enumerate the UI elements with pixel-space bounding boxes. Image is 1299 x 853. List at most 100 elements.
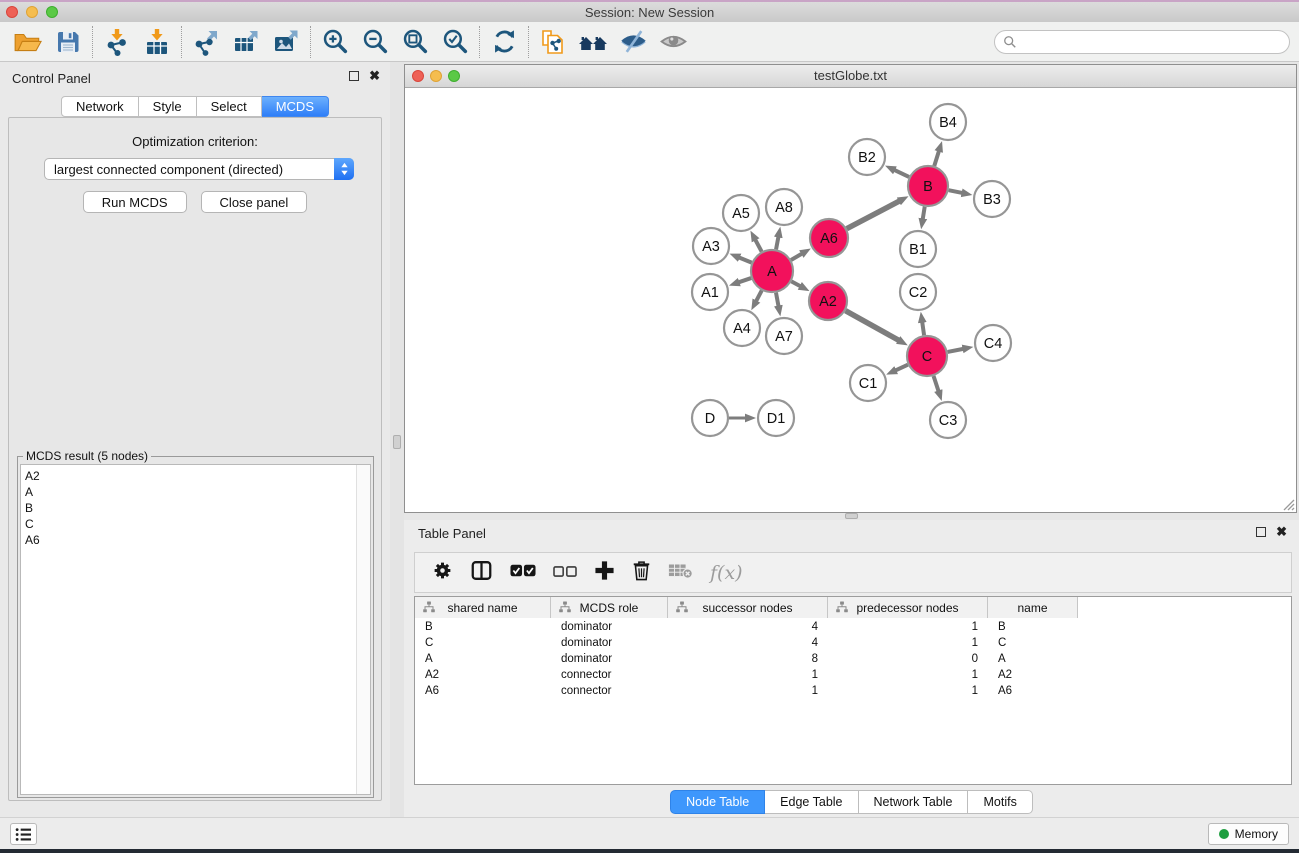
hide-selection-icon[interactable]: [613, 24, 653, 60]
network-node-C[interactable]: C: [907, 336, 947, 376]
optimization-criterion-select[interactable]: largest connected component (directed): [44, 158, 354, 180]
network-node-B2[interactable]: B2: [849, 139, 885, 175]
column-header-name[interactable]: name: [988, 597, 1078, 618]
table-cell[interactable]: dominator: [551, 635, 668, 651]
network-edge-C-C3[interactable]: [934, 376, 939, 392]
network-edge-A-A1[interactable]: [737, 278, 751, 283]
zoom-window-button[interactable]: [46, 6, 58, 18]
network-node-A3[interactable]: A3: [693, 228, 729, 264]
table-cell[interactable]: A: [415, 651, 551, 667]
table-row[interactable]: Cdominator41C: [415, 635, 1078, 651]
table-cell[interactable]: A2: [988, 667, 1078, 683]
network-edge-C-C2[interactable]: [922, 321, 924, 335]
network-edge-A-A3[interactable]: [738, 257, 752, 263]
delete-column-icon[interactable]: [632, 560, 651, 586]
network-node-B[interactable]: B: [908, 166, 948, 206]
tab-select[interactable]: Select: [197, 96, 262, 117]
refresh-icon[interactable]: [484, 24, 524, 60]
function-builder-icon[interactable]: f(x): [710, 562, 743, 584]
table-cell[interactable]: B: [988, 619, 1078, 635]
table-cell[interactable]: 1: [668, 667, 828, 683]
table-cell[interactable]: 0: [828, 651, 988, 667]
export-image-icon[interactable]: [266, 24, 306, 60]
float-panel-icon[interactable]: [349, 71, 359, 81]
network-node-A4[interactable]: A4: [724, 310, 760, 346]
network-edge-B-B4[interactable]: [934, 150, 939, 166]
network-from-selection-icon[interactable]: [533, 24, 573, 60]
tab-style[interactable]: Style: [139, 96, 197, 117]
zoom-selected-icon[interactable]: [435, 24, 475, 60]
table-cell[interactable]: 8: [668, 651, 828, 667]
network-node-A2[interactable]: A2: [809, 282, 847, 320]
column-header-predecessor-nodes[interactable]: predecessor nodes: [828, 597, 988, 618]
network-graph[interactable]: AA6A2BCA5A8A3A1A4A7B2B4B3B1C2C4C1C3DD1: [405, 88, 1296, 512]
network-edge-A-A4[interactable]: [756, 290, 762, 302]
network-edge-B-B1[interactable]: [923, 207, 925, 221]
network-window-titlebar[interactable]: testGlobe.txt: [405, 65, 1296, 88]
close-panel-button[interactable]: Close panel: [201, 191, 308, 213]
table-cell[interactable]: 1: [668, 683, 828, 699]
zoom-in-icon[interactable]: [315, 24, 355, 60]
memory-button[interactable]: Memory: [1208, 823, 1289, 845]
tab-motifs[interactable]: Motifs: [968, 790, 1032, 814]
list-scrollbar[interactable]: [356, 465, 370, 794]
panel-splitter-vertical[interactable]: [390, 62, 404, 817]
network-node-A5[interactable]: A5: [723, 195, 759, 231]
first-neighbors-icon[interactable]: [573, 24, 613, 60]
import-network-icon[interactable]: [97, 24, 137, 60]
network-node-A1[interactable]: A1: [692, 274, 728, 310]
search-field[interactable]: [994, 30, 1290, 54]
network-edge-B-B2[interactable]: [893, 169, 909, 177]
minimize-window-button[interactable]: [26, 6, 38, 18]
network-node-A7[interactable]: A7: [766, 318, 802, 354]
network-node-B4[interactable]: B4: [930, 104, 966, 140]
network-node-C4[interactable]: C4: [975, 325, 1011, 361]
network-node-C2[interactable]: C2: [900, 274, 936, 310]
tab-mcds[interactable]: MCDS: [262, 96, 329, 117]
run-mcds-button[interactable]: Run MCDS: [83, 191, 187, 213]
table-row[interactable]: A6connector11A6: [415, 683, 1078, 699]
table-cell[interactable]: dominator: [551, 619, 668, 635]
table-cell[interactable]: 4: [668, 635, 828, 651]
network-node-B1[interactable]: B1: [900, 231, 936, 267]
network-edge-A-A2[interactable]: [791, 281, 801, 286]
zoom-fit-icon[interactable]: [395, 24, 435, 60]
network-node-A6[interactable]: A6: [810, 219, 848, 257]
table-cell[interactable]: dominator: [551, 651, 668, 667]
list-item[interactable]: A2: [25, 468, 40, 484]
import-table-icon[interactable]: [137, 24, 177, 60]
table-cell[interactable]: C: [415, 635, 551, 651]
table-cell[interactable]: 1: [828, 683, 988, 699]
network-edge-C-C4[interactable]: [948, 349, 965, 352]
network-canvas[interactable]: AA6A2BCA5A8A3A1A4A7B2B4B3B1C2C4C1C3DD1: [405, 88, 1296, 512]
column-header-shared-name[interactable]: shared name: [415, 597, 551, 618]
list-item[interactable]: C: [25, 516, 40, 532]
network-minimize-button[interactable]: [430, 70, 442, 82]
table-cell[interactable]: 1: [828, 635, 988, 651]
list-item[interactable]: B: [25, 500, 40, 516]
table-cell[interactable]: A6: [988, 683, 1078, 699]
table-cell[interactable]: connector: [551, 667, 668, 683]
network-edge-A-A8[interactable]: [776, 236, 779, 250]
tab-node-table[interactable]: Node Table: [670, 790, 765, 814]
close-panel-icon[interactable]: ✖: [369, 70, 380, 82]
window-resize-grip[interactable]: [1280, 496, 1295, 511]
network-node-A8[interactable]: A8: [766, 189, 802, 225]
show-columns-icon[interactable]: [470, 560, 493, 586]
network-edge-A-A6[interactable]: [791, 253, 803, 260]
table-cell[interactable]: A2: [415, 667, 551, 683]
tab-network-table[interactable]: Network Table: [859, 790, 969, 814]
delete-table-icon[interactable]: [668, 562, 693, 584]
show-all-icon[interactable]: [653, 24, 693, 60]
table-cell[interactable]: 1: [828, 667, 988, 683]
close-table-panel-icon[interactable]: ✖: [1276, 526, 1287, 538]
export-table-icon[interactable]: [226, 24, 266, 60]
float-table-panel-icon[interactable]: [1256, 527, 1266, 537]
network-node-B3[interactable]: B3: [974, 181, 1010, 217]
splitter-handle-horizontal[interactable]: [845, 513, 858, 519]
network-edge-B-B3[interactable]: [949, 190, 964, 193]
network-edge-A-A7[interactable]: [776, 293, 779, 308]
table-cell[interactable]: C: [988, 635, 1078, 651]
mcds-result-list[interactable]: A2ABCA6: [20, 464, 371, 795]
table-cell[interactable]: connector: [551, 683, 668, 699]
